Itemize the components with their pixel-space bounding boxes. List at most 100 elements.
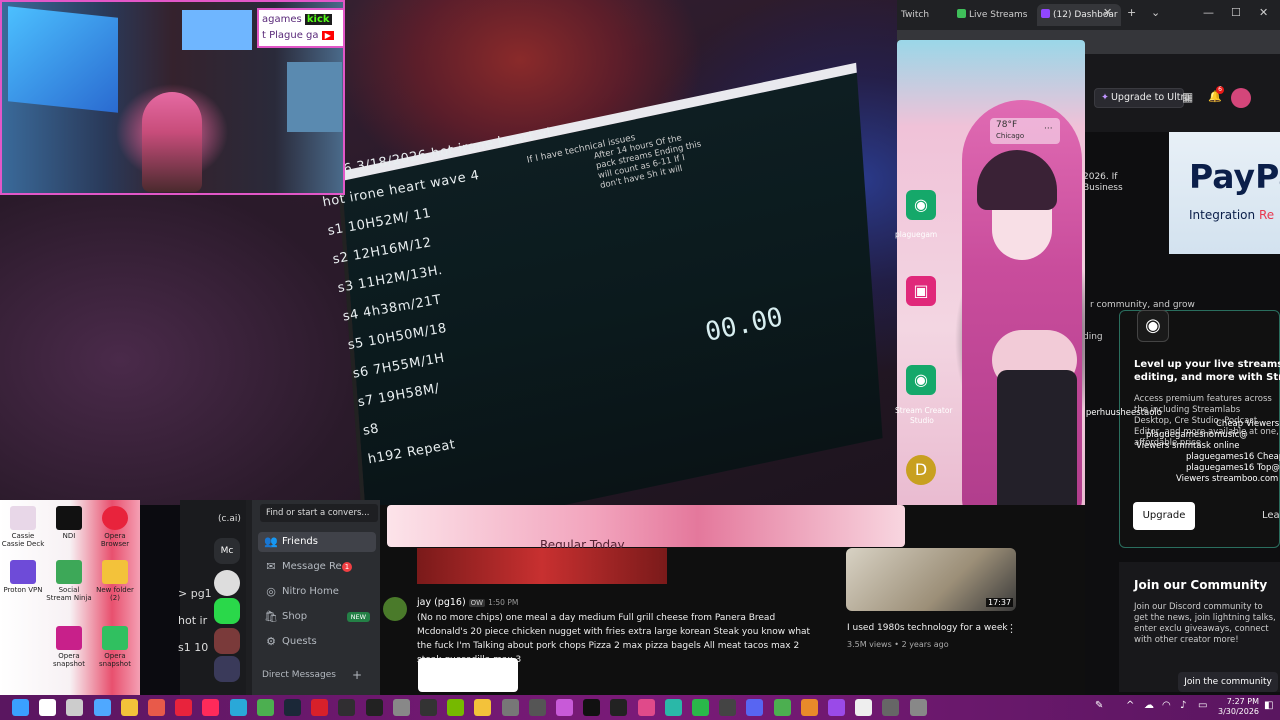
desktop-icon[interactable]: Cassie Cassie Deck <box>0 506 46 548</box>
more-options-icon[interactable]: ⋮ <box>1006 622 1017 635</box>
desktop-icon[interactable]: Opera snapshot <box>92 626 138 668</box>
desktop-icon[interactable]: Proton VPN <box>0 560 46 594</box>
minimize-icon[interactable]: — <box>1203 6 1214 19</box>
edge-icon[interactable] <box>229 699 247 716</box>
chat-overlay-line: superhuusheestaolo <box>1076 408 1162 418</box>
discord-shop[interactable]: 🛍 Shop NEW <box>258 607 376 627</box>
apps-grid-icon[interactable]: ▦ <box>1182 90 1196 104</box>
chat-author[interactable]: jay (pg16) <box>417 597 466 608</box>
chrome2-icon[interactable] <box>773 699 791 716</box>
notification-icon[interactable]: ◧ <box>1264 700 1273 711</box>
settings-icon[interactable] <box>501 699 519 716</box>
video-thumbnail[interactable] <box>417 548 667 584</box>
task-view-icon[interactable] <box>66 699 84 716</box>
streamlabs-upgrade-button[interactable]: Upgrade <box>1133 502 1195 530</box>
opera-gx-icon[interactable] <box>202 699 220 716</box>
system-tray-icon[interactable]: ✎ <box>1095 700 1103 711</box>
app-green-icon[interactable] <box>692 699 709 716</box>
app-purple-icon[interactable] <box>828 699 845 716</box>
paypal-ad[interactable]: PayPa Integration Re <box>1169 132 1280 254</box>
app-red-icon[interactable] <box>311 699 329 716</box>
desktop-icon[interactable]: Social Stream Ninja <box>46 560 92 602</box>
app-circle-icon[interactable] <box>528 699 546 716</box>
tab-label: Live Streams <box>969 10 1028 20</box>
app-pink-icon[interactable] <box>637 699 655 716</box>
app-yellow-icon[interactable] <box>474 699 492 716</box>
close-tab-icon[interactable]: ✕ <box>1103 6 1112 19</box>
server-icon[interactable] <box>214 656 240 682</box>
chevron-up-icon[interactable]: ^ <box>1126 700 1134 711</box>
avatar-letter-icon[interactable]: D <box>906 455 936 485</box>
app-black-icon[interactable] <box>583 699 601 716</box>
discord-nitro-home[interactable]: ◎ Nitro Home <box>258 582 376 602</box>
vtube-icon[interactable] <box>556 699 573 716</box>
profile-avatar[interactable] <box>1231 88 1251 108</box>
app-white-icon[interactable] <box>855 699 873 716</box>
app-grid-icon[interactable] <box>365 699 383 716</box>
battery-icon[interactable]: ▭ <box>1198 700 1207 711</box>
nvidia-icon[interactable] <box>447 699 465 716</box>
app-n-icon[interactable] <box>610 699 628 716</box>
ad-text-line: 2026. If <box>1083 172 1118 182</box>
discord-message-requests[interactable]: ✉ Message Re... 1 <box>258 557 376 577</box>
app-teal-icon[interactable] <box>664 699 682 716</box>
desktop-icon[interactable]: Opera snapshot <box>46 626 92 668</box>
learn-more-link[interactable]: Lea <box>1262 510 1280 521</box>
discord-quests[interactable]: ⚙ Quests <box>258 632 376 652</box>
app-orange-icon[interactable] <box>800 699 818 716</box>
youtube-icon: ▶ <box>321 31 334 40</box>
tab-list-icon[interactable]: ⌄ <box>1151 6 1160 19</box>
camera-icon[interactable] <box>392 699 410 716</box>
chrome-icon[interactable] <box>256 699 274 716</box>
icon-label: Social Stream Ninja <box>46 586 92 602</box>
tab-live-streams[interactable]: Live Streams <box>953 4 1035 26</box>
wifi-icon[interactable]: ◠ <box>1162 700 1171 711</box>
taskbar-clock[interactable]: 7:27 PM 3/30/2026 <box>1218 697 1259 717</box>
copilot-icon[interactable] <box>93 699 111 716</box>
streamlabs-app-icon[interactable]: ◉ <box>906 365 936 395</box>
obs-icon[interactable] <box>338 699 356 716</box>
add-dm-icon[interactable]: + <box>352 668 362 682</box>
app-grey-icon[interactable] <box>882 699 900 716</box>
video-duration: 17:37 <box>986 598 1014 607</box>
discord-friends[interactable]: 👥 Friends <box>258 532 376 552</box>
chat-overlay-line: Cheap Viewers <box>1216 419 1280 429</box>
discord-search-input[interactable]: Find or start a convers... <box>260 504 378 522</box>
join-community-title: Join our Community <box>1134 578 1268 592</box>
server-icon[interactable] <box>214 570 240 596</box>
cloud-icon[interactable]: ☁ <box>1144 700 1154 711</box>
window-close-icon[interactable]: ✕ <box>1259 6 1268 19</box>
chat-overlay-line: Viewers streamboo.com <box>1176 474 1279 484</box>
server-mc-icon[interactable]: Mc <box>214 538 240 564</box>
app-pink-icon[interactable]: ▣ <box>906 276 936 306</box>
new-tab-icon[interactable]: + <box>1127 6 1136 19</box>
more-icon[interactable]: ··· <box>1044 124 1053 134</box>
volume-icon[interactable]: ♪ <box>1180 700 1186 711</box>
maximize-icon[interactable]: ☐ <box>1231 6 1241 19</box>
desktop-icon[interactable]: New folder (2) <box>92 560 138 602</box>
desktop-icon[interactable]: Opera Browser <box>92 506 138 548</box>
title-line: editing, and more with Streamlab <box>1134 372 1280 383</box>
opera-icon[interactable] <box>175 699 193 716</box>
chat-overlay-line: plaguegames16 Cheap@ <box>1186 452 1280 462</box>
tab-twitch[interactable]: Twitch <box>897 4 949 26</box>
avatar[interactable] <box>383 597 407 621</box>
opera-snapshot-icon <box>102 626 128 650</box>
file-explorer-icon[interactable] <box>120 699 138 716</box>
streamlabs-app-icon[interactable]: ◉ <box>906 190 936 220</box>
upgrade-ultra-button[interactable]: ✦ Upgrade to Ultra <box>1094 88 1190 108</box>
discord-icon[interactable] <box>746 699 764 716</box>
app-icon[interactable] <box>148 699 165 716</box>
desktop-icon[interactable]: NDI <box>46 506 92 540</box>
server-icon[interactable] <box>214 598 240 624</box>
app-dark-icon[interactable] <box>420 699 437 716</box>
server-icon[interactable] <box>214 628 240 654</box>
steam-icon[interactable] <box>284 699 301 716</box>
windows-start-icon[interactable] <box>12 699 29 716</box>
attached-image[interactable] <box>418 658 518 692</box>
app-grid2-icon[interactable] <box>719 699 737 716</box>
app-round-icon[interactable] <box>909 699 927 716</box>
search-icon[interactable] <box>39 699 57 716</box>
video-title[interactable]: I used 1980s technology for a week <box>847 623 1008 633</box>
join-community-button[interactable]: Join the community <box>1178 672 1278 692</box>
